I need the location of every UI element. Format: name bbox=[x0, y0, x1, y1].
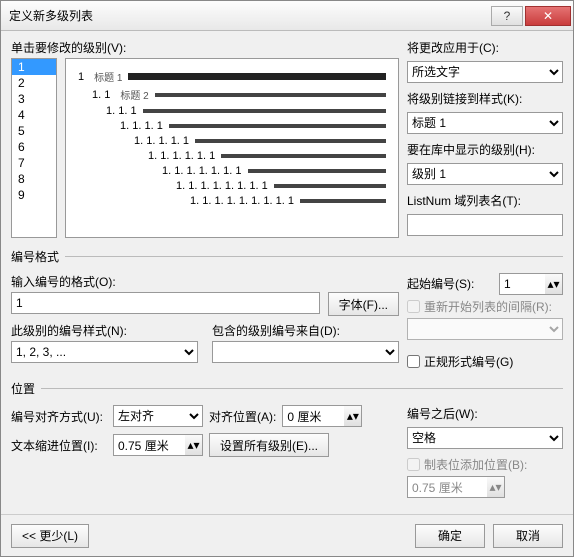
preview-subtitle: 标题 2 bbox=[120, 87, 148, 102]
level-item[interactable]: 3 bbox=[12, 91, 56, 107]
restart-checkbox bbox=[407, 300, 420, 313]
level-item[interactable]: 2 bbox=[12, 75, 56, 91]
content: 单击要修改的级别(V): 123456789 1标题 11. 1标题 21. 1… bbox=[1, 31, 573, 514]
set-all-levels-button[interactable]: 设置所有级别(E)... bbox=[209, 433, 329, 457]
follow-label: 编号之后(W): bbox=[407, 405, 563, 422]
restart-select bbox=[407, 318, 563, 340]
number-style-label: 此级别的编号样式(N): bbox=[11, 322, 198, 339]
restart-label: 重新开始列表的间隔(R): bbox=[424, 298, 552, 315]
gallery-level-label: 要在库中显示的级别(H): bbox=[407, 141, 563, 158]
divider bbox=[41, 388, 563, 389]
format-group-header: 编号格式 bbox=[11, 248, 563, 265]
preview-row: 1. 1. 1. 1. 1. 1. 1. 1. 1 bbox=[78, 195, 386, 207]
titlebar: 定义新多级列表 ? ✕ bbox=[1, 1, 573, 31]
include-from-label: 包含的级别编号来自(D): bbox=[212, 322, 399, 339]
tab-input bbox=[407, 476, 487, 498]
number-style-select[interactable]: 1, 2, 3, ... bbox=[11, 341, 198, 363]
preview-subtitle: 标题 1 bbox=[94, 69, 122, 84]
listnum-label: ListNum 域列表名(T): bbox=[407, 192, 563, 209]
ok-button[interactable]: 确定 bbox=[415, 524, 485, 548]
preview-row: 1. 1. 1. 1 bbox=[78, 120, 386, 132]
level-item[interactable]: 5 bbox=[12, 123, 56, 139]
preview-bar bbox=[169, 124, 386, 128]
tab-label: 制表位添加位置(B): bbox=[424, 456, 527, 473]
start-at-input[interactable] bbox=[499, 273, 545, 295]
align-label: 编号对齐方式(U): bbox=[11, 408, 107, 425]
legal-label: 正规形式编号(G) bbox=[424, 353, 513, 370]
preview-bar bbox=[274, 184, 386, 188]
spinner-icon[interactable]: ▴▾ bbox=[185, 434, 203, 456]
link-style-label: 将级别链接到样式(K): bbox=[407, 90, 563, 107]
preview-row: 1. 1. 1. 1. 1. 1 bbox=[78, 150, 386, 162]
link-style-select[interactable]: 标题 1 bbox=[407, 112, 563, 134]
start-at-label: 起始编号(S): bbox=[407, 275, 493, 292]
tab-checkbox bbox=[407, 458, 420, 471]
dialog: 定义新多级列表 ? ✕ 单击要修改的级别(V): 123456789 1标题 1… bbox=[0, 0, 574, 557]
indent-label: 文本缩进位置(I): bbox=[11, 437, 107, 454]
preview-bar bbox=[143, 109, 386, 113]
click-level-label: 单击要修改的级别(V): bbox=[11, 39, 399, 56]
divider bbox=[65, 256, 563, 257]
level-item[interactable]: 9 bbox=[12, 187, 56, 203]
restart-checkbox-row: 重新开始列表的间隔(R): bbox=[407, 298, 563, 315]
less-button[interactable]: << 更少(L) bbox=[11, 524, 89, 548]
preview-row: 1. 1. 1. 1. 1. 1. 1. 1 bbox=[78, 180, 386, 192]
preview-bar bbox=[221, 154, 386, 158]
enter-format-input[interactable] bbox=[11, 292, 320, 314]
preview-number: 1. 1 bbox=[92, 89, 110, 101]
apply-to-label: 将更改应用于(C): bbox=[407, 39, 563, 56]
preview-row: 1. 1. 1. 1. 1 bbox=[78, 135, 386, 147]
dialog-title: 定义新多级列表 bbox=[9, 7, 489, 24]
preview-row: 1. 1. 1. 1. 1. 1. 1 bbox=[78, 165, 386, 177]
preview-number: 1. 1. 1. 1. 1. 1. 1. 1 bbox=[176, 180, 268, 192]
level-item[interactable]: 1 bbox=[12, 59, 56, 75]
spinner-icon[interactable]: ▴▾ bbox=[344, 405, 362, 427]
right-column: 将更改应用于(C): 所选文字 将级别链接到样式(K): 标题 1 要在库中显示… bbox=[407, 39, 563, 236]
level-item[interactable]: 7 bbox=[12, 155, 56, 171]
close-button[interactable]: ✕ bbox=[525, 6, 571, 26]
preview-bar bbox=[128, 73, 386, 80]
level-listbox[interactable]: 123456789 bbox=[11, 58, 57, 238]
preview-number: 1. 1. 1. 1. 1. 1 bbox=[148, 150, 215, 162]
preview-number: 1. 1. 1 bbox=[106, 105, 137, 117]
format-group-title: 编号格式 bbox=[11, 248, 59, 265]
font-button[interactable]: 字体(F)... bbox=[328, 292, 399, 316]
preview-number: 1. 1. 1. 1. 1 bbox=[134, 135, 189, 147]
preview-number: 1 bbox=[78, 71, 84, 83]
preview-number: 1. 1. 1. 1 bbox=[120, 120, 163, 132]
level-item[interactable]: 4 bbox=[12, 107, 56, 123]
preview-row: 1. 1. 1 bbox=[78, 105, 386, 117]
footer: << 更少(L) 确定 取消 bbox=[1, 514, 573, 556]
preview-number: 1. 1. 1. 1. 1. 1. 1 bbox=[162, 165, 242, 177]
preview-bar bbox=[248, 169, 387, 173]
preview-bar bbox=[155, 93, 386, 97]
align-select[interactable]: 左对齐 bbox=[113, 405, 203, 427]
preview-bar bbox=[300, 199, 386, 203]
level-item[interactable]: 8 bbox=[12, 171, 56, 187]
legal-checkbox[interactable] bbox=[407, 355, 420, 368]
preview-pane: 1 标题 1 1. 1 标题 2 1. 1. 1 1. 1. 1. 1 1. 1. 1. 1… bbox=[65, 58, 399, 238]
preview-row: 1 标题 1 bbox=[78, 69, 386, 84]
listnum-input[interactable] bbox=[407, 214, 563, 236]
spinner-icon: ▴▾ bbox=[487, 476, 505, 498]
enter-format-label: 输入编号的格式(O): bbox=[11, 273, 399, 290]
spinner-icon[interactable]: ▴▾ bbox=[545, 273, 563, 295]
include-from-select[interactable] bbox=[212, 341, 399, 363]
apply-to-select[interactable]: 所选文字 bbox=[407, 61, 563, 83]
help-button[interactable]: ? bbox=[491, 6, 523, 26]
follow-select[interactable]: 空格 bbox=[407, 427, 563, 449]
level-item[interactable]: 6 bbox=[12, 139, 56, 155]
position-group-title: 位置 bbox=[11, 380, 35, 397]
indent-input[interactable] bbox=[113, 434, 185, 456]
position-group-header: 位置 bbox=[11, 380, 563, 397]
preview-bar bbox=[195, 139, 386, 143]
align-at-label: 对齐位置(A): bbox=[209, 408, 276, 425]
cancel-button[interactable]: 取消 bbox=[493, 524, 563, 548]
gallery-level-select[interactable]: 级别 1 bbox=[407, 163, 563, 185]
align-at-input[interactable] bbox=[282, 405, 344, 427]
preview-row: 1. 1 标题 2 bbox=[78, 87, 386, 102]
preview-number: 1. 1. 1. 1. 1. 1. 1. 1. 1 bbox=[190, 195, 294, 207]
